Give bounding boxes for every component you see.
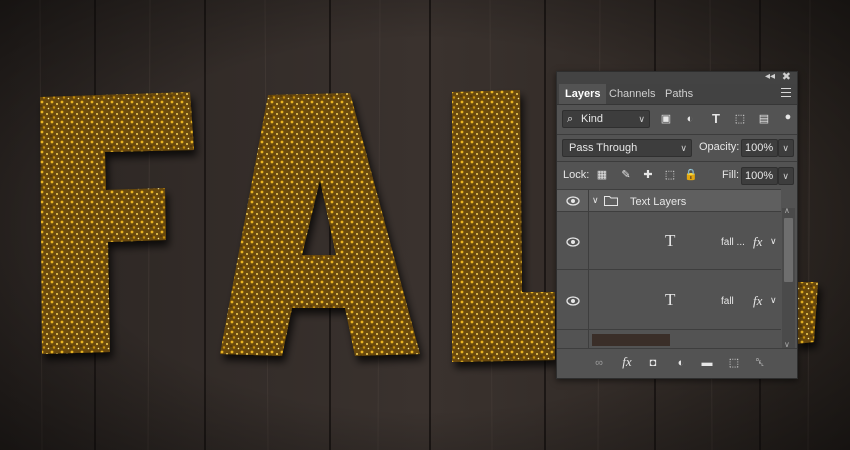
collapse-icon[interactable]: ◂◂	[765, 71, 775, 82]
lock-artboard-icon[interactable]: ⬚	[663, 168, 677, 182]
lock-all-icon[interactable]: 🔒	[684, 168, 698, 182]
new-layer-icon[interactable]: ⬚	[727, 356, 741, 370]
lock-transparent-icon[interactable]: ▦	[595, 168, 609, 182]
chevron-down-icon[interactable]: ∨	[592, 195, 599, 206]
lock-brush-icon[interactable]: ✎	[619, 168, 633, 182]
fill-dropdown[interactable]: ∨	[778, 167, 794, 185]
chevron-down-icon[interactable]: ∨	[770, 295, 777, 306]
text-layer-icon: T	[665, 231, 676, 250]
chevron-down-icon: ∨	[638, 114, 645, 124]
folder-icon[interactable]: ▬	[700, 356, 714, 370]
filter-toggle-icon[interactable]: ●	[781, 110, 795, 124]
eye-icon[interactable]	[566, 196, 580, 206]
fx-icon[interactable]: fx	[753, 234, 762, 250]
image-filter-icon[interactable]: ▣	[659, 112, 673, 126]
lock-label: Lock:	[563, 169, 590, 181]
lock-row: Lock: ▦ ✎ ✚ ⬚ 🔒 Fill: 100% ∨	[557, 162, 797, 188]
adjustment-icon[interactable]: ◐	[674, 356, 688, 370]
filter-row: ⌕ Kind ∨ ▣ ◐ T ⬚ ▤ ●	[557, 106, 797, 134]
fill-input[interactable]: 100%	[741, 167, 778, 185]
filter-kind-label: Kind	[581, 113, 604, 125]
layer-name: fall ...	[721, 237, 745, 248]
layer-row[interactable]: T fall fx ∨	[557, 269, 781, 330]
opacity-dropdown[interactable]: ∨	[778, 139, 794, 157]
blend-mode-label: Pass Through	[569, 142, 638, 154]
tab-paths[interactable]: Paths	[659, 84, 699, 104]
text-layer-icon: T	[665, 290, 676, 309]
chevron-down-icon: ∨	[680, 143, 687, 153]
chevron-down-icon: ∨	[782, 171, 789, 181]
layer-name: fall	[721, 296, 734, 307]
layers-scrollbar[interactable]: ∧ ∨	[782, 206, 795, 349]
fx-icon[interactable]: fx	[620, 355, 634, 369]
tab-layers[interactable]: Layers	[559, 84, 607, 104]
group-name: Text Layers	[630, 196, 687, 208]
type-filter-icon[interactable]: T	[709, 112, 723, 126]
opacity-label: Opacity:	[699, 141, 740, 153]
layers-panel: ◂◂ ✖ Layers Channels Paths ⌕ Kind ∨ ▣ ◐ …	[556, 71, 798, 379]
chevron-down-icon[interactable]: ∨	[770, 236, 777, 247]
eye-icon[interactable]	[566, 296, 580, 306]
eye-icon[interactable]	[566, 237, 580, 247]
layer-thumbnail	[592, 334, 670, 346]
tab-channels[interactable]: Channels	[603, 84, 661, 104]
fx-icon[interactable]: fx	[753, 293, 762, 309]
layer-row[interactable]: T fall ... fx ∨	[557, 211, 781, 270]
smart-object-filter-icon[interactable]: ▤	[757, 112, 771, 126]
layer-group-row[interactable]: ∨ Text Layers	[557, 189, 781, 212]
panel-menu-icon[interactable]	[781, 88, 791, 97]
panel-tabs: Layers Channels Paths	[557, 84, 797, 105]
chevron-down-icon: ∨	[782, 143, 789, 153]
link-icon[interactable]: ∞	[592, 356, 606, 370]
blend-mode-select[interactable]: Pass Through ∨	[562, 139, 692, 157]
panel-titlebar: ◂◂ ✖	[557, 70, 797, 84]
folder-icon	[604, 196, 618, 206]
layer-row[interactable]	[557, 329, 781, 349]
close-icon[interactable]: ✖	[782, 70, 791, 83]
search-icon: ⌕	[567, 113, 574, 125]
opacity-input[interactable]: 100%	[741, 139, 778, 157]
panel-footer: ∞ fx ◘ ◐ ▬ ⬚ ␡	[557, 348, 797, 377]
blend-row: Pass Through ∨ Opacity: 100% ∨	[557, 135, 797, 161]
scrollbar-thumb[interactable]	[784, 218, 793, 282]
mask-icon[interactable]: ◘	[646, 356, 660, 370]
lock-position-icon[interactable]: ✚	[641, 168, 655, 182]
trash-icon[interactable]: ␡	[753, 356, 767, 370]
shape-filter-icon[interactable]: ⬚	[733, 112, 747, 126]
adjustment-filter-icon[interactable]: ◐	[683, 112, 697, 126]
fill-label: Fill:	[722, 169, 740, 181]
filter-kind-select[interactable]: ⌕ Kind ∨	[562, 110, 650, 128]
scroll-up-icon[interactable]: ∧	[784, 206, 790, 215]
